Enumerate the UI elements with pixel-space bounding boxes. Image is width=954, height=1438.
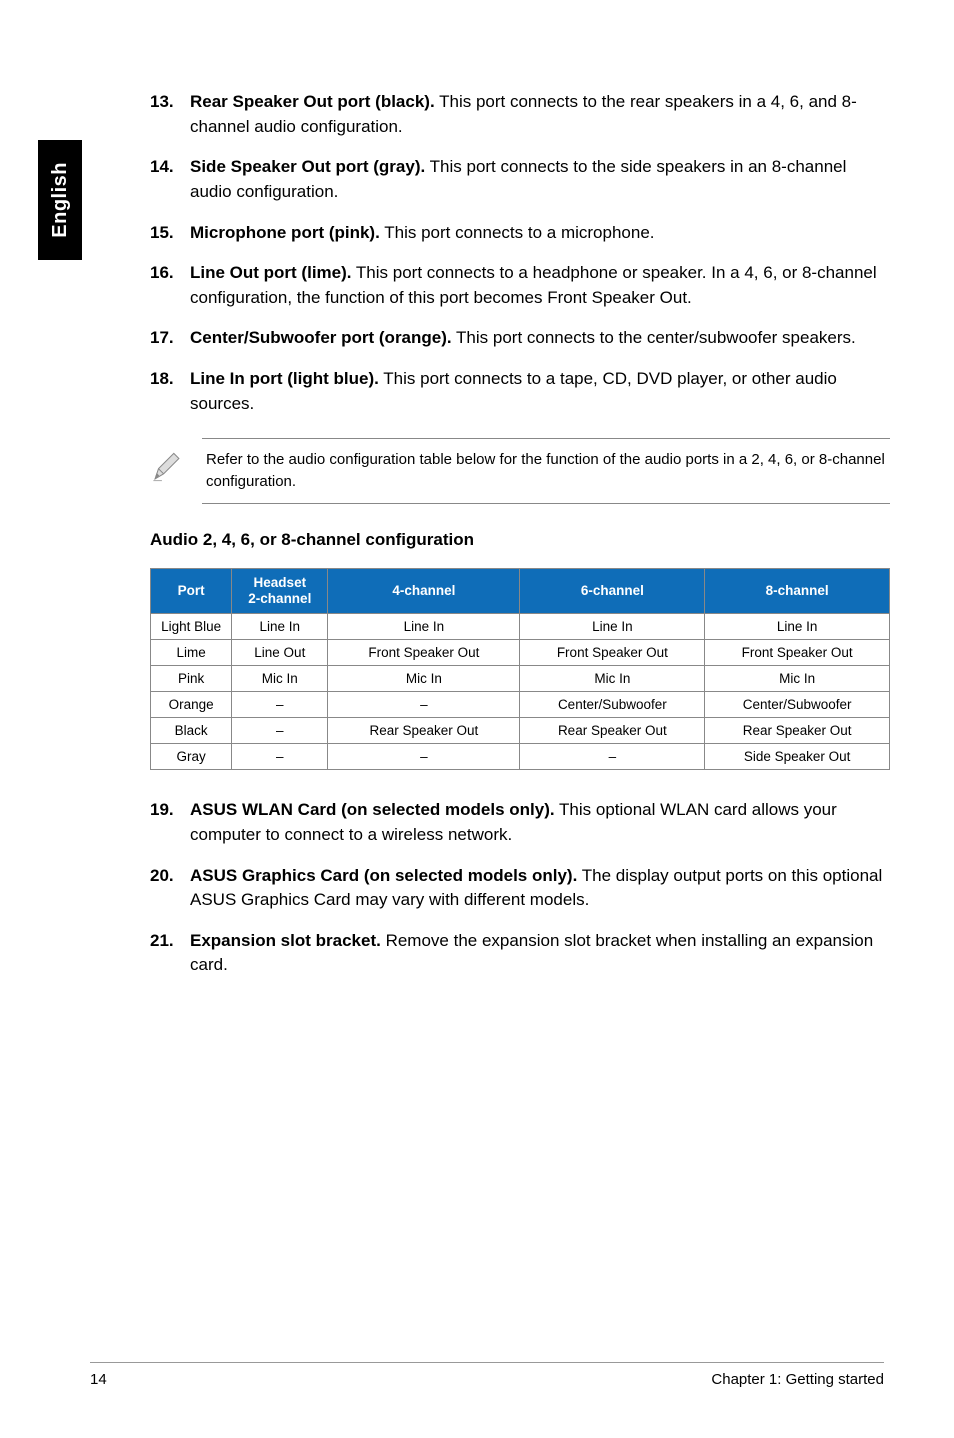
item-number: 20.	[150, 864, 190, 913]
item-body: Expansion slot bracket. Remove the expan…	[190, 929, 890, 978]
item-title: Rear Speaker Out port (black).	[190, 92, 435, 111]
col-6ch: 6-channel	[520, 568, 705, 613]
note-block: Refer to the audio configuration table b…	[150, 438, 890, 504]
item-number: 19.	[150, 798, 190, 847]
table-cell: Rear Speaker Out	[705, 718, 890, 744]
table-cell: –	[328, 692, 520, 718]
table-cell: Mic In	[328, 666, 520, 692]
port-item: 21.Expansion slot bracket. Remove the ex…	[150, 929, 890, 978]
table-cell: Mic In	[232, 666, 328, 692]
item-body: Side Speaker Out port (gray). This port …	[190, 155, 890, 204]
table-cell: Lime	[151, 640, 232, 666]
table-cell: –	[232, 718, 328, 744]
item-title: Expansion slot bracket.	[190, 931, 381, 950]
table-cell: Line Out	[232, 640, 328, 666]
item-title: Side Speaker Out port (gray).	[190, 157, 425, 176]
item-number: 15.	[150, 221, 190, 246]
table-row: Light BlueLine InLine InLine InLine In	[151, 614, 890, 640]
item-number: 14.	[150, 155, 190, 204]
item-title: Center/Subwoofer port (orange).	[190, 328, 452, 347]
table-row: Black–Rear Speaker OutRear Speaker OutRe…	[151, 718, 890, 744]
table-cell: Front Speaker Out	[705, 640, 890, 666]
port-item: 17.Center/Subwoofer port (orange). This …	[150, 326, 890, 351]
table-cell: Line In	[705, 614, 890, 640]
item-title: Microphone port (pink).	[190, 223, 380, 242]
table-cell: Light Blue	[151, 614, 232, 640]
table-cell: Pink	[151, 666, 232, 692]
chapter-label: Chapter 1: Getting started	[711, 1371, 884, 1388]
audio-table-title: Audio 2, 4, 6, or 8-channel configuratio…	[150, 530, 890, 550]
table-row: LimeLine OutFront Speaker OutFront Speak…	[151, 640, 890, 666]
item-body: Rear Speaker Out port (black). This port…	[190, 90, 890, 139]
col-headset: Headset2-channel	[232, 568, 328, 613]
item-number: 17.	[150, 326, 190, 351]
item-number: 21.	[150, 929, 190, 978]
table-cell: Orange	[151, 692, 232, 718]
item-body: Line Out port (lime). This port connects…	[190, 261, 890, 310]
port-list-lower: 19.ASUS WLAN Card (on selected models on…	[150, 798, 890, 978]
item-title: Line Out port (lime).	[190, 263, 352, 282]
col-4ch: 4-channel	[328, 568, 520, 613]
port-item: 18.Line In port (light blue). This port …	[150, 367, 890, 416]
page-footer: 14 Chapter 1: Getting started	[90, 1362, 884, 1388]
table-cell: Line In	[520, 614, 705, 640]
language-tab: English	[38, 140, 82, 260]
table-row: PinkMic InMic InMic InMic In	[151, 666, 890, 692]
table-cell: Front Speaker Out	[520, 640, 705, 666]
table-cell: Rear Speaker Out	[328, 718, 520, 744]
table-cell: Front Speaker Out	[328, 640, 520, 666]
table-cell: –	[520, 744, 705, 770]
item-number: 18.	[150, 367, 190, 416]
item-title: ASUS Graphics Card (on selected models o…	[190, 866, 577, 885]
item-title: Line In port (light blue).	[190, 369, 379, 388]
table-cell: –	[328, 744, 520, 770]
item-number: 16.	[150, 261, 190, 310]
item-body: ASUS Graphics Card (on selected models o…	[190, 864, 890, 913]
table-cell: Line In	[232, 614, 328, 640]
note-text: Refer to the audio configuration table b…	[202, 438, 890, 504]
item-number: 13.	[150, 90, 190, 139]
port-item: 20.ASUS Graphics Card (on selected model…	[150, 864, 890, 913]
table-cell: Side Speaker Out	[705, 744, 890, 770]
table-cell: –	[232, 744, 328, 770]
page-number: 14	[90, 1371, 107, 1388]
table-cell: Gray	[151, 744, 232, 770]
port-item: 14.Side Speaker Out port (gray). This po…	[150, 155, 890, 204]
table-cell: Rear Speaker Out	[520, 718, 705, 744]
item-body: ASUS WLAN Card (on selected models only)…	[190, 798, 890, 847]
port-list-upper: 13.Rear Speaker Out port (black). This p…	[150, 90, 890, 416]
table-cell: Black	[151, 718, 232, 744]
item-body: Line In port (light blue). This port con…	[190, 367, 890, 416]
item-body: Center/Subwoofer port (orange). This por…	[190, 326, 890, 351]
table-row: Gray–––Side Speaker Out	[151, 744, 890, 770]
table-row: Orange––Center/SubwooferCenter/Subwoofer	[151, 692, 890, 718]
item-desc: This port connects to the center/subwoof…	[452, 328, 856, 347]
audio-config-table: Port Headset2-channel 4-channel 6-channe…	[150, 568, 890, 770]
table-cell: Mic In	[520, 666, 705, 692]
language-tab-label: English	[49, 162, 72, 238]
table-cell: Line In	[328, 614, 520, 640]
port-item: 16.Line Out port (lime). This port conne…	[150, 261, 890, 310]
item-body: Microphone port (pink). This port connec…	[190, 221, 890, 246]
pencil-icon	[150, 438, 202, 504]
col-port: Port	[151, 568, 232, 613]
port-item: 15.Microphone port (pink). This port con…	[150, 221, 890, 246]
item-desc: This port connects to a microphone.	[380, 223, 655, 242]
table-cell: Mic In	[705, 666, 890, 692]
item-title: ASUS WLAN Card (on selected models only)…	[190, 800, 555, 819]
port-item: 19.ASUS WLAN Card (on selected models on…	[150, 798, 890, 847]
table-cell: –	[232, 692, 328, 718]
table-cell: Center/Subwoofer	[705, 692, 890, 718]
port-item: 13.Rear Speaker Out port (black). This p…	[150, 90, 890, 139]
table-cell: Center/Subwoofer	[520, 692, 705, 718]
col-8ch: 8-channel	[705, 568, 890, 613]
